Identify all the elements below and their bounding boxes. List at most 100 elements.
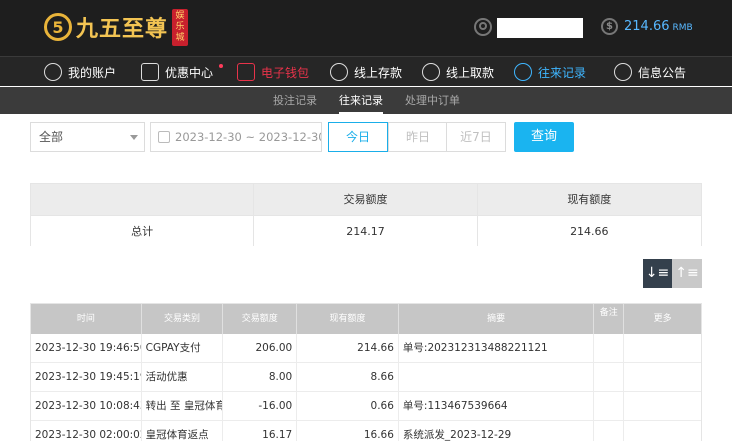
user-avatar-icon[interactable] xyxy=(474,18,492,36)
top-header: 5 九五至尊 娱乐城 $ 214.66 RMB xyxy=(0,0,732,56)
main-nav: 我的账户 优惠中心 电子钱包 线上存款 线上取款 往来记录 信息公告 xyxy=(0,56,732,86)
deposit-icon xyxy=(330,63,348,81)
table-header-cell[interactable]: 摘要 xyxy=(399,304,595,334)
cell-remark xyxy=(594,334,625,362)
table-header-cell[interactable]: 交易额度 xyxy=(223,304,298,334)
cell-type: 活动优惠 xyxy=(142,363,224,391)
cell-remark xyxy=(594,421,625,441)
table-row[interactable]: 2023-12-30 02:00:02 皇冠体育返点 16.17 16.66 系… xyxy=(31,421,701,441)
cell-more[interactable] xyxy=(624,392,701,420)
nav-label: 往来记录 xyxy=(538,65,587,80)
subtab-transaction-records[interactable]: 往来记录 xyxy=(329,87,393,114)
nav-announcements[interactable]: 信息公告 xyxy=(614,57,686,87)
bell-icon xyxy=(614,63,632,81)
nav-label: 线上取款 xyxy=(446,65,495,80)
select-value: 全部 xyxy=(39,130,64,144)
records-table: 时间 交易类别 交易额度 现有额度 摘要 备注 更多 2023-12-30 19… xyxy=(30,303,702,441)
cell-amount: 206.00 xyxy=(223,334,298,362)
cell-remark xyxy=(594,392,625,420)
cell-time: 2023-12-30 10:08:43 xyxy=(31,392,142,420)
nav-records[interactable]: 往来记录 xyxy=(514,57,586,87)
calendar-icon xyxy=(158,131,170,143)
table-header-cell[interactable]: 现有额度 xyxy=(297,304,399,334)
table-header-cell[interactable]: 交易类别 xyxy=(142,304,224,334)
date-range-input[interactable]: 2023-12-30 ~ 2023-12-30 xyxy=(150,122,322,152)
logo-text: 九五至尊 xyxy=(76,17,169,42)
sort-descending-icon[interactable]: ↓≡ xyxy=(643,259,672,288)
cell-more[interactable] xyxy=(624,363,701,391)
table-header-cell[interactable]: 备注 xyxy=(594,304,625,334)
logo-mark: 5 xyxy=(44,13,72,41)
cell-summary: 单号:202312313488221121 xyxy=(399,334,595,362)
cell-type: 转出 至 皇冠体育 xyxy=(142,392,224,420)
cell-type: 皇冠体育返点 xyxy=(142,421,224,441)
date-range-value: 2023-12-30 ~ 2023-12-30 xyxy=(175,130,322,144)
summary-header-cell xyxy=(31,184,255,215)
nav-my-account[interactable]: 我的账户 xyxy=(44,57,116,87)
nav-label: 我的账户 xyxy=(68,65,117,80)
nav-label: 信息公告 xyxy=(638,65,687,80)
cell-balance: 8.66 xyxy=(297,363,399,391)
summary-cell: 214.66 xyxy=(570,225,609,238)
logo-subtitle: 娱乐城 xyxy=(172,8,189,46)
records-icon xyxy=(514,63,532,81)
balance-amount: 214.66 xyxy=(624,19,670,34)
cell-time: 2023-12-30 19:46:50 xyxy=(31,334,142,362)
table-row[interactable]: 2023-12-30 19:46:50 CGPAY支付 206.00 214.6… xyxy=(31,334,701,363)
summary-header-cell: 现有额度 xyxy=(567,193,612,206)
cell-time: 2023-12-30 02:00:02 xyxy=(31,421,142,441)
summary-total-row: 总计 214.17 214.66 xyxy=(31,215,701,246)
cell-time: 2023-12-30 19:45:19 xyxy=(31,363,142,391)
cell-summary xyxy=(399,363,595,391)
table-header-cell[interactable]: 更多 xyxy=(624,304,701,334)
nav-label: 线上存款 xyxy=(354,65,403,80)
nav-e-wallet[interactable]: 电子钱包 xyxy=(237,57,309,87)
nav-online-withdraw[interactable]: 线上取款 xyxy=(422,57,494,87)
cell-amount: -16.00 xyxy=(223,392,298,420)
cell-summary: 系统派发_2023-12-29 xyxy=(399,421,595,441)
subtab-pending-orders[interactable]: 处理中订单 xyxy=(405,87,460,114)
cell-remark xyxy=(594,363,625,391)
site-logo[interactable]: 5 九五至尊 娱乐城 xyxy=(44,6,189,48)
today-button[interactable]: 今日 xyxy=(328,122,388,152)
nav-label: 电子钱包 xyxy=(261,65,310,80)
user-icon xyxy=(44,63,62,81)
sort-ascending-icon[interactable]: ↑≡ xyxy=(672,259,702,288)
table-row[interactable]: 2023-12-30 19:45:19 活动优惠 8.00 8.66 xyxy=(31,363,701,392)
cell-amount: 16.17 xyxy=(223,421,298,441)
withdraw-icon xyxy=(422,63,440,81)
nav-online-deposit[interactable]: 线上存款 xyxy=(330,57,402,87)
cell-balance: 214.66 xyxy=(297,334,399,362)
table-header-row: 时间 交易类别 交易额度 现有额度 摘要 备注 更多 xyxy=(31,304,701,334)
subtab-bet-records[interactable]: 投注记录 xyxy=(273,87,317,114)
wallet-icon xyxy=(237,63,255,81)
last-7-days-button[interactable]: 近7日 xyxy=(446,122,506,152)
cell-balance: 16.66 xyxy=(297,421,399,441)
table-row[interactable]: 2023-12-30 10:08:43 转出 至 皇冠体育 -16.00 0.6… xyxy=(31,392,701,421)
chevron-down-icon xyxy=(130,135,138,140)
cell-more[interactable] xyxy=(624,421,701,441)
summary-header-cell: 交易额度 xyxy=(254,184,478,215)
gift-icon xyxy=(141,63,159,81)
balance-display: 214.66 RMB xyxy=(624,19,693,34)
balance-currency: RMB xyxy=(672,23,693,33)
table-header-cell[interactable]: 时间 xyxy=(31,304,142,334)
cell-amount: 8.00 xyxy=(223,363,298,391)
nav-promotions[interactable]: 优惠中心 xyxy=(141,57,213,87)
cell-more[interactable] xyxy=(624,334,701,362)
summary-header-row: 交易额度 现有额度 xyxy=(31,184,701,215)
dollar-coin-icon: $ xyxy=(601,18,618,35)
username-redacted[interactable] xyxy=(497,18,583,38)
search-button[interactable]: 查询 xyxy=(514,122,574,152)
cell-summary: 单号:113467539664 xyxy=(399,392,595,420)
summary-cell: 214.17 xyxy=(254,216,478,246)
yesterday-button[interactable]: 昨日 xyxy=(388,122,448,152)
nav-label: 优惠中心 xyxy=(165,65,214,80)
cell-type: CGPAY支付 xyxy=(142,334,224,362)
transaction-type-select[interactable]: 全部 xyxy=(30,122,145,152)
sub-nav: 投注记录 往来记录 处理中订单 xyxy=(0,87,732,114)
notification-dot xyxy=(219,64,223,68)
summary-cell: 总计 xyxy=(31,216,255,246)
summary-table: 交易额度 现有额度 总计 214.17 214.66 xyxy=(30,183,702,246)
cell-balance: 0.66 xyxy=(297,392,399,420)
